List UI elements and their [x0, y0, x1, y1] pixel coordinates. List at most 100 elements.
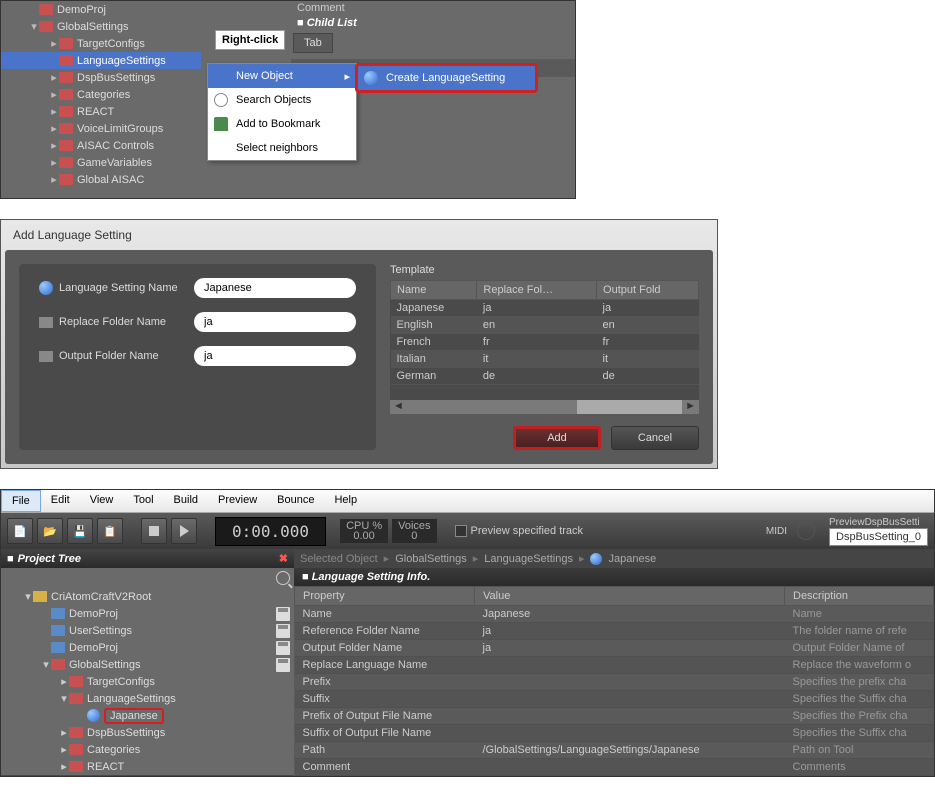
property-row[interactable]: NameJapaneseName: [295, 606, 934, 623]
breadcrumb-segment[interactable]: Japanese: [608, 553, 656, 565]
column-header[interactable]: Name: [391, 281, 477, 300]
menu-item[interactable]: Bounce: [267, 490, 324, 512]
breadcrumb-segment[interactable]: LanguageSettings: [484, 553, 573, 565]
property-row[interactable]: Path/GlobalSettings/LanguageSettings/Jap…: [295, 742, 934, 759]
folder-icon: [59, 140, 73, 151]
main-app-window: FileEditViewToolBuildPreviewBounceHelp 📄…: [0, 489, 935, 777]
globe-icon: [87, 709, 100, 722]
midi-label: MIDI: [766, 526, 787, 537]
table-row[interactable]: Italianitit: [391, 351, 699, 368]
time-display: 0:00.000: [215, 517, 326, 546]
property-row[interactable]: PrefixSpecifies the prefix cha: [295, 674, 934, 691]
tree-item[interactable]: ▾GlobalSettings: [1, 656, 294, 673]
property-row[interactable]: Prefix of Output File NameSpecifies the …: [295, 708, 934, 725]
stop-button[interactable]: [141, 518, 167, 544]
tree-item[interactable]: ▸AISAC Controls: [1, 137, 201, 154]
column-header[interactable]: Output Fold: [597, 281, 699, 300]
tree-item[interactable]: ▸DspBusSettings: [1, 69, 201, 86]
property-row[interactable]: CommentComments: [295, 759, 934, 776]
tab[interactable]: Tab: [293, 33, 333, 53]
tree-item[interactable]: Japanese: [1, 707, 294, 724]
tree-item[interactable]: DemoProj: [1, 605, 294, 622]
tree-item[interactable]: ▸DspBusSettings: [1, 724, 294, 741]
context-submenu: Create LanguageSetting: [355, 63, 538, 93]
property-row[interactable]: Output Folder NamejaOutput Folder Name o…: [295, 640, 934, 657]
voices-display: Voices0: [392, 519, 436, 543]
folder-icon: [59, 55, 73, 66]
tree-item[interactable]: ▾CriAtomCraftV2Root: [1, 588, 294, 605]
toolbar-button[interactable]: 💾: [67, 518, 93, 544]
folder-icon: [59, 38, 73, 49]
toolbar-button[interactable]: 📂: [37, 518, 63, 544]
globe-icon: [590, 553, 602, 565]
cancel-button[interactable]: Cancel: [611, 426, 699, 450]
search-bar: [1, 568, 294, 588]
tree-item[interactable]: ▸REACT: [1, 103, 201, 120]
context-menu-item[interactable]: Select neighbors: [208, 136, 356, 160]
table-row[interactable]: Japanesejaja: [391, 300, 699, 317]
breadcrumb-segment[interactable]: GlobalSettings: [395, 553, 467, 565]
tree-item[interactable]: ▸Global AISAC: [1, 171, 201, 188]
replace-folder-input[interactable]: [194, 312, 356, 332]
folder-icon: [59, 72, 73, 83]
tree-item[interactable]: UserSettings: [1, 622, 294, 639]
tree-item[interactable]: ▸VoiceLimitGroups: [1, 120, 201, 137]
template-label: Template: [390, 264, 699, 276]
tree-item[interactable]: ▸Categories: [1, 741, 294, 758]
child-list-label: ■ Child List: [291, 15, 575, 31]
menubar: FileEditViewToolBuildPreviewBounceHelp: [1, 490, 934, 513]
template-table[interactable]: NameReplace Fol…Output FoldJapanesejajaE…: [390, 280, 699, 385]
tree-item[interactable]: ▸REACT: [1, 758, 294, 775]
menu-item[interactable]: Help: [324, 490, 367, 512]
tree-item[interactable]: DemoProj: [1, 1, 201, 18]
tree-item[interactable]: ▸TargetConfigs: [1, 35, 201, 52]
preview-track-checkbox[interactable]: [455, 525, 467, 537]
menu-item[interactable]: File: [1, 490, 41, 512]
save-icon[interactable]: [276, 641, 290, 655]
save-icon[interactable]: [276, 607, 290, 621]
tree-item[interactable]: LanguageSettings: [1, 52, 201, 69]
language-name-input[interactable]: [194, 278, 356, 298]
fold-r-icon: [51, 659, 65, 670]
dsp-setting-dropdown[interactable]: DspBusSetting_0: [829, 528, 928, 546]
column-header[interactable]: Replace Fol…: [477, 281, 597, 300]
property-row[interactable]: Suffix of Output File NameSpecifies the …: [295, 725, 934, 742]
menu-item[interactable]: Tool: [123, 490, 163, 512]
tree-item[interactable]: ▾GlobalSettings: [1, 18, 201, 35]
toolbar-button[interactable]: 📄: [7, 518, 33, 544]
table-row[interactable]: Frenchfrfr: [391, 334, 699, 351]
search-icon[interactable]: [276, 571, 290, 585]
save-icon[interactable]: [276, 658, 290, 672]
menu-item[interactable]: Preview: [208, 490, 267, 512]
scrollbar-horizontal[interactable]: ◄►: [390, 400, 699, 414]
save-icon[interactable]: [276, 624, 290, 638]
property-row[interactable]: SuffixSpecifies the Suffix cha: [295, 691, 934, 708]
tree-item[interactable]: ▸GameVariables: [1, 154, 201, 171]
property-row[interactable]: Replace Language NameReplace the wavefor…: [295, 657, 934, 674]
menu-item[interactable]: View: [80, 490, 124, 512]
add-button[interactable]: Add: [513, 426, 601, 450]
tree-item[interactable]: DemoProj: [1, 639, 294, 656]
close-icon[interactable]: ✖: [279, 552, 288, 565]
toolbar-button[interactable]: 📋: [97, 518, 123, 544]
table-row[interactable]: Englishenen: [391, 317, 699, 334]
fold-r-icon: [69, 727, 83, 738]
folder-icon: [59, 157, 73, 168]
context-menu-item[interactable]: Search Objects: [208, 88, 356, 112]
menu-item[interactable]: Edit: [41, 490, 80, 512]
tree-panel: DemoProj▾GlobalSettings▸TargetConfigsLan…: [1, 1, 201, 198]
property-row[interactable]: Reference Folder NamejaThe folder name o…: [295, 623, 934, 640]
context-menu-item[interactable]: New Object▸: [208, 64, 356, 88]
fold-r-icon: [69, 676, 83, 687]
context-menu-item[interactable]: Add to Bookmark: [208, 112, 356, 136]
midi-icon[interactable]: [797, 522, 815, 540]
breadcrumb-segment[interactable]: Selected Object: [300, 553, 378, 565]
play-button[interactable]: [171, 518, 197, 544]
table-row[interactable]: Germandede: [391, 368, 699, 385]
tree-item[interactable]: ▸TargetConfigs: [1, 673, 294, 690]
tree-item[interactable]: ▾LanguageSettings: [1, 690, 294, 707]
menu-item[interactable]: Build: [164, 490, 208, 512]
tree-item[interactable]: ▸Categories: [1, 86, 201, 103]
output-folder-input[interactable]: [194, 346, 356, 366]
create-language-setting-item[interactable]: Create LanguageSetting: [358, 66, 535, 90]
